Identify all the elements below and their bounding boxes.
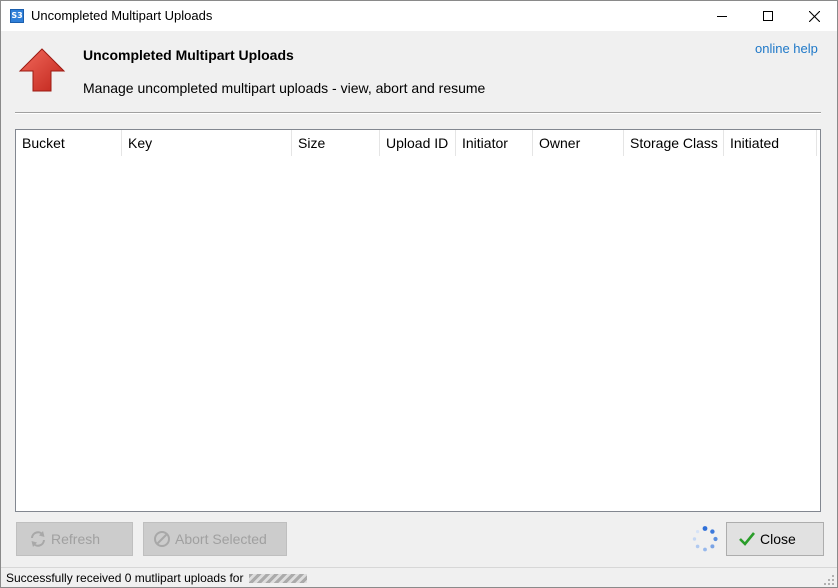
app-icon: S3 bbox=[10, 9, 24, 23]
column-header-storage-class[interactable]: Storage Class bbox=[624, 130, 724, 156]
status-message: Successfully received 0 mutlipart upload… bbox=[6, 571, 307, 585]
column-header-upload-id[interactable]: Upload ID bbox=[380, 130, 456, 156]
column-header-key[interactable]: Key bbox=[122, 130, 292, 156]
table-header: Bucket Key Size Upload ID Initiator Owne… bbox=[16, 130, 820, 156]
checkmark-icon bbox=[738, 530, 756, 548]
maximize-icon bbox=[763, 11, 773, 21]
close-button[interactable]: Close bbox=[726, 522, 824, 556]
online-help-link[interactable]: online help bbox=[755, 41, 818, 56]
column-header-bucket[interactable]: Bucket bbox=[16, 130, 122, 156]
abort-selected-button[interactable]: Abort Selected bbox=[143, 522, 287, 556]
red-up-arrow-icon bbox=[18, 48, 66, 92]
abort-icon bbox=[153, 530, 171, 548]
refresh-button-label: Refresh bbox=[51, 531, 101, 547]
page-description: Manage uncompleted multipart uploads - v… bbox=[83, 80, 486, 96]
refresh-button[interactable]: Refresh bbox=[16, 522, 133, 556]
column-header-initiated[interactable]: Initiated bbox=[724, 130, 817, 156]
close-button-label: Close bbox=[760, 531, 796, 547]
minimize-icon bbox=[717, 16, 727, 17]
column-header-owner[interactable]: Owner bbox=[533, 130, 624, 156]
page-title: Uncompleted Multipart Uploads bbox=[83, 47, 294, 63]
multipart-uploads-window: S3 Uncompleted Multipart Uploads Uncompl… bbox=[0, 0, 838, 588]
column-header-initiator[interactable]: Initiator bbox=[456, 130, 533, 156]
maximize-button[interactable] bbox=[745, 1, 791, 31]
column-header-size[interactable]: Size bbox=[292, 130, 380, 156]
refresh-icon bbox=[29, 530, 47, 548]
abort-button-label: Abort Selected bbox=[175, 531, 267, 547]
uploads-table[interactable]: Bucket Key Size Upload ID Initiator Owne… bbox=[15, 129, 821, 512]
window-title: Uncompleted Multipart Uploads bbox=[31, 8, 213, 23]
redacted-bucket-name bbox=[248, 574, 307, 584]
minimize-button[interactable] bbox=[699, 1, 745, 31]
header-separator bbox=[15, 112, 821, 114]
close-window-button[interactable] bbox=[791, 1, 837, 31]
status-text: Successfully received 0 mutlipart upload… bbox=[6, 571, 244, 585]
loading-spinner-icon bbox=[692, 526, 718, 552]
title-bar[interactable]: S3 Uncompleted Multipart Uploads bbox=[1, 1, 837, 31]
close-icon bbox=[808, 10, 820, 22]
resize-grip-icon[interactable] bbox=[823, 574, 835, 586]
status-bar: Successfully received 0 mutlipart upload… bbox=[1, 567, 837, 587]
